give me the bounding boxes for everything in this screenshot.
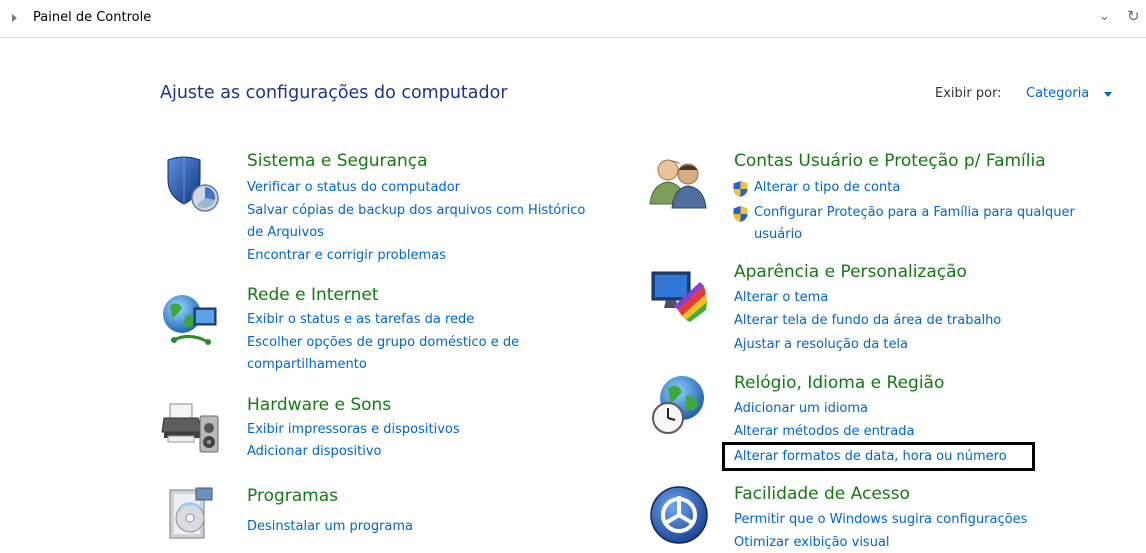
shield-computer-icon[interactable] (160, 152, 222, 214)
category-title-network-internet[interactable]: Rede e Internet (247, 285, 379, 305)
users-icon[interactable] (648, 150, 710, 212)
address-bar[interactable]: Painel de Controle ⌄ ↻ (0, 0, 1146, 38)
uac-shield-icon (733, 181, 748, 197)
uac-shield-icon (733, 206, 748, 222)
link-change-theme[interactable]: Alterar o tema (734, 287, 828, 309)
highlight-box (722, 442, 1035, 471)
link-uninstall-program[interactable]: Desinstalar um programa (247, 516, 413, 538)
category-title-ease-of-access[interactable]: Facilidade de Acesso (734, 484, 910, 504)
link-add-device[interactable]: Adicionar dispositivo (247, 441, 382, 463)
link-change-desktop-background[interactable]: Alterar tela de fundo da área de trabalh… (734, 310, 1001, 332)
link-check-computer-status[interactable]: Verificar o status do computador (247, 177, 460, 199)
programs-disc-icon[interactable] (160, 484, 222, 546)
link-family-safety-label[interactable]: Configurar Proteção para a Família para … (754, 205, 1075, 220)
link-add-language[interactable]: Adicionar um idioma (734, 398, 868, 420)
link-adjust-screen-resolution[interactable]: Ajustar a resolução da tela (734, 334, 908, 356)
category-title-system-security[interactable]: Sistema e Segurança (247, 151, 428, 171)
link-homegroup-options[interactable]: Escolher opções de grupo doméstico e de (247, 332, 519, 354)
view-by-label: Exibir por: (935, 86, 1002, 101)
link-family-safety-continued[interactable]: usuário (754, 224, 802, 246)
link-family-safety[interactable]: Configurar Proteção para a Família para … (732, 202, 1075, 224)
link-let-windows-suggest-settings[interactable]: Permitir que o Windows sugira configuraç… (734, 509, 1027, 531)
view-by-dropdown[interactable]: Categoria (1026, 86, 1089, 101)
category-title-appearance[interactable]: Aparência e Personalização (734, 262, 967, 282)
link-change-input-methods[interactable]: Alterar métodos de entrada (734, 421, 914, 443)
monitor-palette-icon[interactable] (648, 264, 710, 326)
printer-speaker-icon[interactable] (160, 396, 222, 458)
chevron-down-icon[interactable]: ⌄ (1099, 9, 1110, 24)
caret-down-icon[interactable] (1104, 92, 1112, 97)
link-optimize-visual-display[interactable]: Otimizar exibição visual (734, 532, 890, 553)
breadcrumb-arrow-icon[interactable] (12, 14, 17, 22)
category-title-user-accounts[interactable]: Contas Usuário e Proteção p/ Família (734, 151, 1046, 171)
link-find-fix-problems[interactable]: Encontrar e corrigir problemas (247, 245, 446, 267)
link-view-printers-devices[interactable]: Exibir impressoras e dispositivos (247, 419, 460, 441)
globe-clock-icon[interactable] (648, 374, 710, 436)
link-change-account-type-label[interactable]: Alterar o tipo de conta (754, 180, 900, 195)
link-network-status[interactable]: Exibir o status e as tarefas da rede (247, 309, 474, 331)
category-title-programs[interactable]: Programas (247, 486, 338, 506)
ease-of-access-icon[interactable] (648, 484, 710, 546)
link-homegroup-options-continued[interactable]: compartilhamento (247, 354, 367, 376)
page-title: Ajuste as configurações do computador (160, 83, 508, 103)
globe-network-icon[interactable] (160, 288, 222, 350)
refresh-icon[interactable]: ↻ (1127, 7, 1140, 25)
link-backup-file-history-continued[interactable]: de Arquivos (247, 222, 324, 244)
category-title-clock-region[interactable]: Relógio, Idioma e Região (734, 373, 944, 393)
breadcrumb[interactable]: Painel de Controle (33, 10, 151, 25)
link-backup-file-history[interactable]: Salvar cópias de backup dos arquivos com… (247, 200, 585, 222)
category-title-hardware-sound[interactable]: Hardware e Sons (247, 395, 391, 415)
link-change-account-type[interactable]: Alterar o tipo de conta (732, 177, 900, 199)
